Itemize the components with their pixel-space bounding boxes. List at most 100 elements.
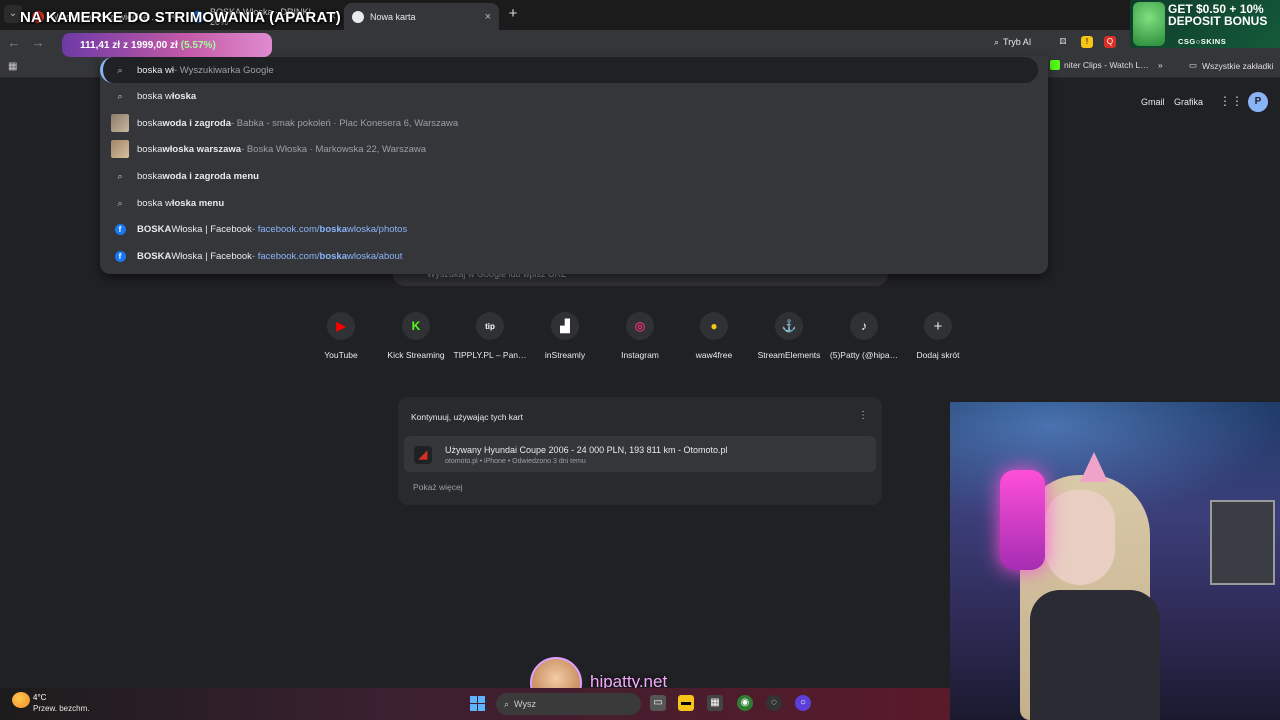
suggestion-url: wloska/photos (347, 223, 408, 235)
shortcut-label: (5)Patty (@hipa… (829, 350, 899, 360)
suggestion-row[interactable]: ⌕ boska woda i zagroda menu (100, 163, 1048, 189)
omnibox-hint: - Wyszukiwarka Google (173, 64, 274, 76)
gmail-link[interactable]: Gmail (1141, 97, 1165, 107)
store-icon[interactable]: ▦ (707, 695, 723, 711)
ad-subheadline: DEPOSIT BONUS (1168, 14, 1268, 28)
extension-icon[interactable]: ! (1081, 36, 1093, 48)
youtube-icon: ▶ (327, 312, 355, 340)
suggestion-text: Włoska | Facebook (171, 250, 252, 262)
recent-tab-title[interactable]: Używany Hyundai Coupe 2006 - 24 000 PLN,… (445, 445, 728, 455)
suggestion-row[interactable]: f BOSKA Włoska | Facebook - facebook.com… (100, 216, 1048, 242)
donation-target: 1999,00 zł (131, 39, 178, 51)
weather-temperature[interactable]: 4°C (33, 693, 46, 702)
shortcut-label: Dodaj skrót (916, 350, 960, 360)
suggestion-row[interactable]: ⌕ boska w łoska menu (100, 190, 1048, 216)
file-explorer-icon[interactable]: ▬ (678, 695, 694, 711)
suggestion-row[interactable]: boska włoska warszawa - Boska Włoska · M… (100, 136, 1048, 162)
suggestion-text: Włoska | Facebook (171, 223, 252, 235)
back-button[interactable]: ← (6, 35, 22, 51)
extension-icon[interactable]: ⚄ (1057, 36, 1069, 48)
weather-description[interactable]: Przew. bezchm. (33, 704, 89, 713)
suggestion-row[interactable]: f BOSKA Włoska | Facebook - facebook.com… (100, 243, 1048, 269)
kick-icon (1050, 60, 1060, 70)
shortcut-tiktok[interactable]: ♪ (5)Patty (@hipa… (827, 312, 901, 360)
suggestion-url: - facebook.com/ (251, 223, 320, 235)
plus-icon: + (924, 312, 952, 340)
tab-close-icon[interactable]: × (485, 11, 491, 23)
avatar[interactable]: P (1248, 92, 1268, 112)
place-thumbnail (111, 114, 129, 132)
suggestion-row[interactable]: boska woda i zagroda - Babka - smak poko… (100, 110, 1048, 136)
shortcut-label: StreamElements (757, 350, 821, 360)
suggestion-row[interactable]: ⌕ boska w łoska (100, 83, 1048, 109)
shortcut-instreamly[interactable]: ▟ inStreamly (528, 312, 602, 360)
search-icon: ⌕ (504, 698, 510, 709)
shortcut-waw4free[interactable]: ● waw4free (677, 312, 751, 360)
suggestion-url: wloska/about (347, 250, 403, 262)
bookmark-kick-clips[interactable]: niter Clips - Watch L… (1050, 60, 1149, 70)
task-view-icon[interactable]: ▭ (650, 695, 666, 711)
shortcut-label: Instagram (621, 350, 659, 360)
donation-current: 111,41 zł (80, 39, 121, 51)
tryb-ai-button[interactable]: ⌕ Tryb AI (988, 33, 1037, 51)
omnibox-current-query[interactable]: ⌕ boska wł - Wyszukiwarka Google (100, 57, 1048, 83)
apps-grid-icon[interactable]: ▦ (8, 61, 20, 73)
tab-nowa-karta[interactable]: Nowa karta × (344, 3, 499, 30)
suggestion-url: - facebook.com/ (251, 250, 320, 262)
shortcut-instagram[interactable]: ◎ Instagram (603, 312, 677, 360)
desktop-screen: ⌄ Warszawa, Mazowieckie… × BOSKA Włoska … (0, 0, 1280, 720)
kick-icon: K (402, 312, 430, 340)
card-title: Kontynuuj, używając tych kart (411, 412, 523, 422)
shortcut-streamelements[interactable]: ⚓ StreamElements (752, 312, 826, 360)
ad-character-image (1133, 2, 1165, 46)
chrome-icon (352, 10, 364, 23)
streamer-face (1045, 490, 1115, 585)
shortcut-kick[interactable]: K Kick Streaming (379, 312, 453, 360)
donation-percent: (5.57%) (180, 39, 216, 51)
search-icon: ⌕ (117, 170, 123, 181)
suggestion-prefix: boska w (137, 90, 172, 102)
shortcut-add[interactable]: + Dodaj skrót (901, 312, 975, 360)
weather-icon[interactable] (12, 692, 30, 708)
shortcut-tipply[interactable]: tip TIPPLY.PL – Pan… (453, 312, 527, 360)
webcam-painting (1210, 500, 1275, 585)
ad-brand: CSG○SKINS (1178, 37, 1227, 46)
otomoto-icon: ◢ (414, 446, 432, 464)
suggestion-prefix: boska (137, 117, 163, 129)
webcam-microphone (1000, 470, 1045, 570)
tab-label: Nowa karta (370, 11, 416, 22)
bookmarks-overflow-button[interactable]: » (1158, 60, 1163, 70)
more-options-icon[interactable]: ⋮ (858, 410, 868, 421)
taskbar-search[interactable]: ⌕ Wysz (496, 693, 641, 715)
shortcut-youtube[interactable]: ▶ YouTube (304, 312, 378, 360)
suggestion-bold: włoska warszawa (162, 143, 242, 155)
chrome-icon[interactable]: ◉ (737, 695, 753, 711)
new-tab-button[interactable]: + (505, 5, 521, 23)
suggestion-detail: - Boska Włoska · Markowska 22, Warszawa (241, 143, 426, 155)
shortcut-label: waw4free (695, 350, 733, 360)
suggestion-prefix: boska (137, 170, 163, 182)
windows-start-icon[interactable] (470, 696, 485, 711)
google-apps-icon[interactable]: ⋮⋮ (1219, 95, 1243, 107)
show-more-link[interactable]: Pokaż więcej (413, 482, 463, 492)
streamelements-icon: ⚓ (775, 312, 803, 340)
search-sparkle-icon: ⌕ (994, 36, 1000, 47)
obs-icon[interactable]: ◌ (766, 695, 782, 711)
grafika-link[interactable]: Grafika (1174, 97, 1203, 107)
search-icon: ⌕ (117, 90, 123, 101)
suggestion-bold: BOSKA (137, 250, 172, 262)
app-icon[interactable]: ○ (795, 695, 811, 711)
extension-icon[interactable]: Q (1104, 36, 1116, 48)
recent-tab-meta: otomoto.pl • iPhone • Odwiedzono 3 dni t… (445, 458, 586, 465)
suggestion-detail: - Babka - smak pokoleń · Plac Konesera 6… (230, 117, 459, 129)
suggestion-bold: woda i zagroda (162, 117, 231, 129)
streamer-body (1030, 590, 1160, 720)
forward-button[interactable]: → (30, 35, 46, 51)
omnibox-typed-text: boska wł (137, 64, 174, 76)
suggestion-bold: BOSKA (137, 223, 172, 235)
all-bookmarks-label: Wszystkie zakładki (1202, 60, 1274, 71)
donation-separator: z (123, 39, 129, 51)
all-bookmarks-button[interactable]: ▭ Wszystkie zakładki (1189, 60, 1273, 71)
suggestion-bold: łoska menu (171, 197, 225, 209)
shortcut-label: YouTube (324, 350, 358, 360)
